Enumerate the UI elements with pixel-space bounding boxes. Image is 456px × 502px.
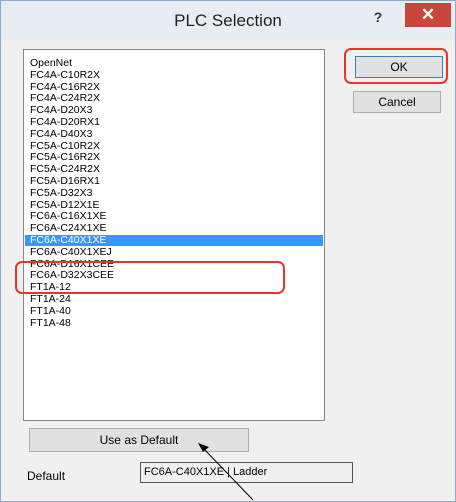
pointer-arrow (198, 443, 254, 501)
